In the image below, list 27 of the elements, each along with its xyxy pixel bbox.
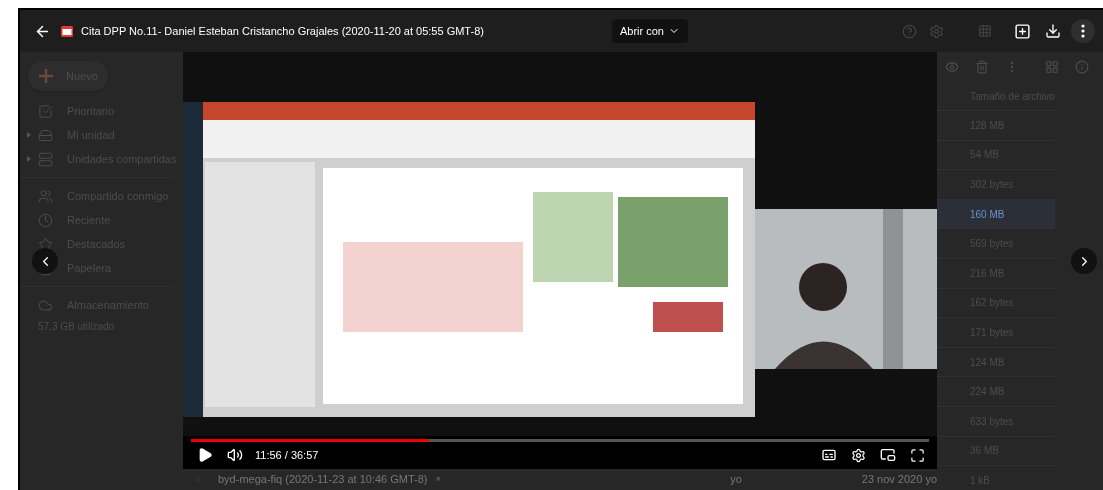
plus-icon	[38, 68, 54, 84]
file-name[interactable]: byd-mega-fiq (2020-11-23 at 10:46 GMT-8)	[218, 470, 428, 488]
progress-track[interactable]	[191, 439, 929, 442]
more-icon	[1081, 24, 1085, 38]
download-icon[interactable]	[1045, 23, 1061, 39]
add-to-drive-icon[interactable]	[1014, 22, 1031, 40]
time-display: 11:56 / 36:57	[255, 447, 319, 463]
play-icon[interactable]	[197, 447, 213, 463]
file-owner: yo	[730, 471, 742, 487]
shared-drive-icon	[38, 151, 53, 167]
miniplayer-icon[interactable]	[880, 447, 896, 463]
fullscreen-icon[interactable]	[910, 447, 925, 463]
video-file-icon	[61, 25, 73, 37]
cloud-icon	[38, 297, 53, 313]
file-modified: 23 nov 2020 yo	[861, 471, 937, 487]
open-with-button[interactable]: Abrir con	[611, 19, 688, 43]
captions-icon[interactable]	[821, 447, 837, 463]
drive-icon	[38, 127, 53, 143]
clock-icon	[38, 212, 53, 228]
people-icon	[38, 188, 53, 204]
table-cell: 160 MB	[937, 199, 1055, 230]
next-button[interactable]	[1071, 248, 1097, 274]
window-title: Cita DPP No.11- Daniel Esteban Cristancho Grajales (2020-11-20 at 05:55 GMT-8)	[81, 23, 484, 39]
checkbox-icon	[38, 103, 53, 119]
more-button[interactable]	[1071, 19, 1095, 43]
volume-icon[interactable]	[227, 447, 243, 463]
previous-button[interactable]	[32, 248, 58, 274]
